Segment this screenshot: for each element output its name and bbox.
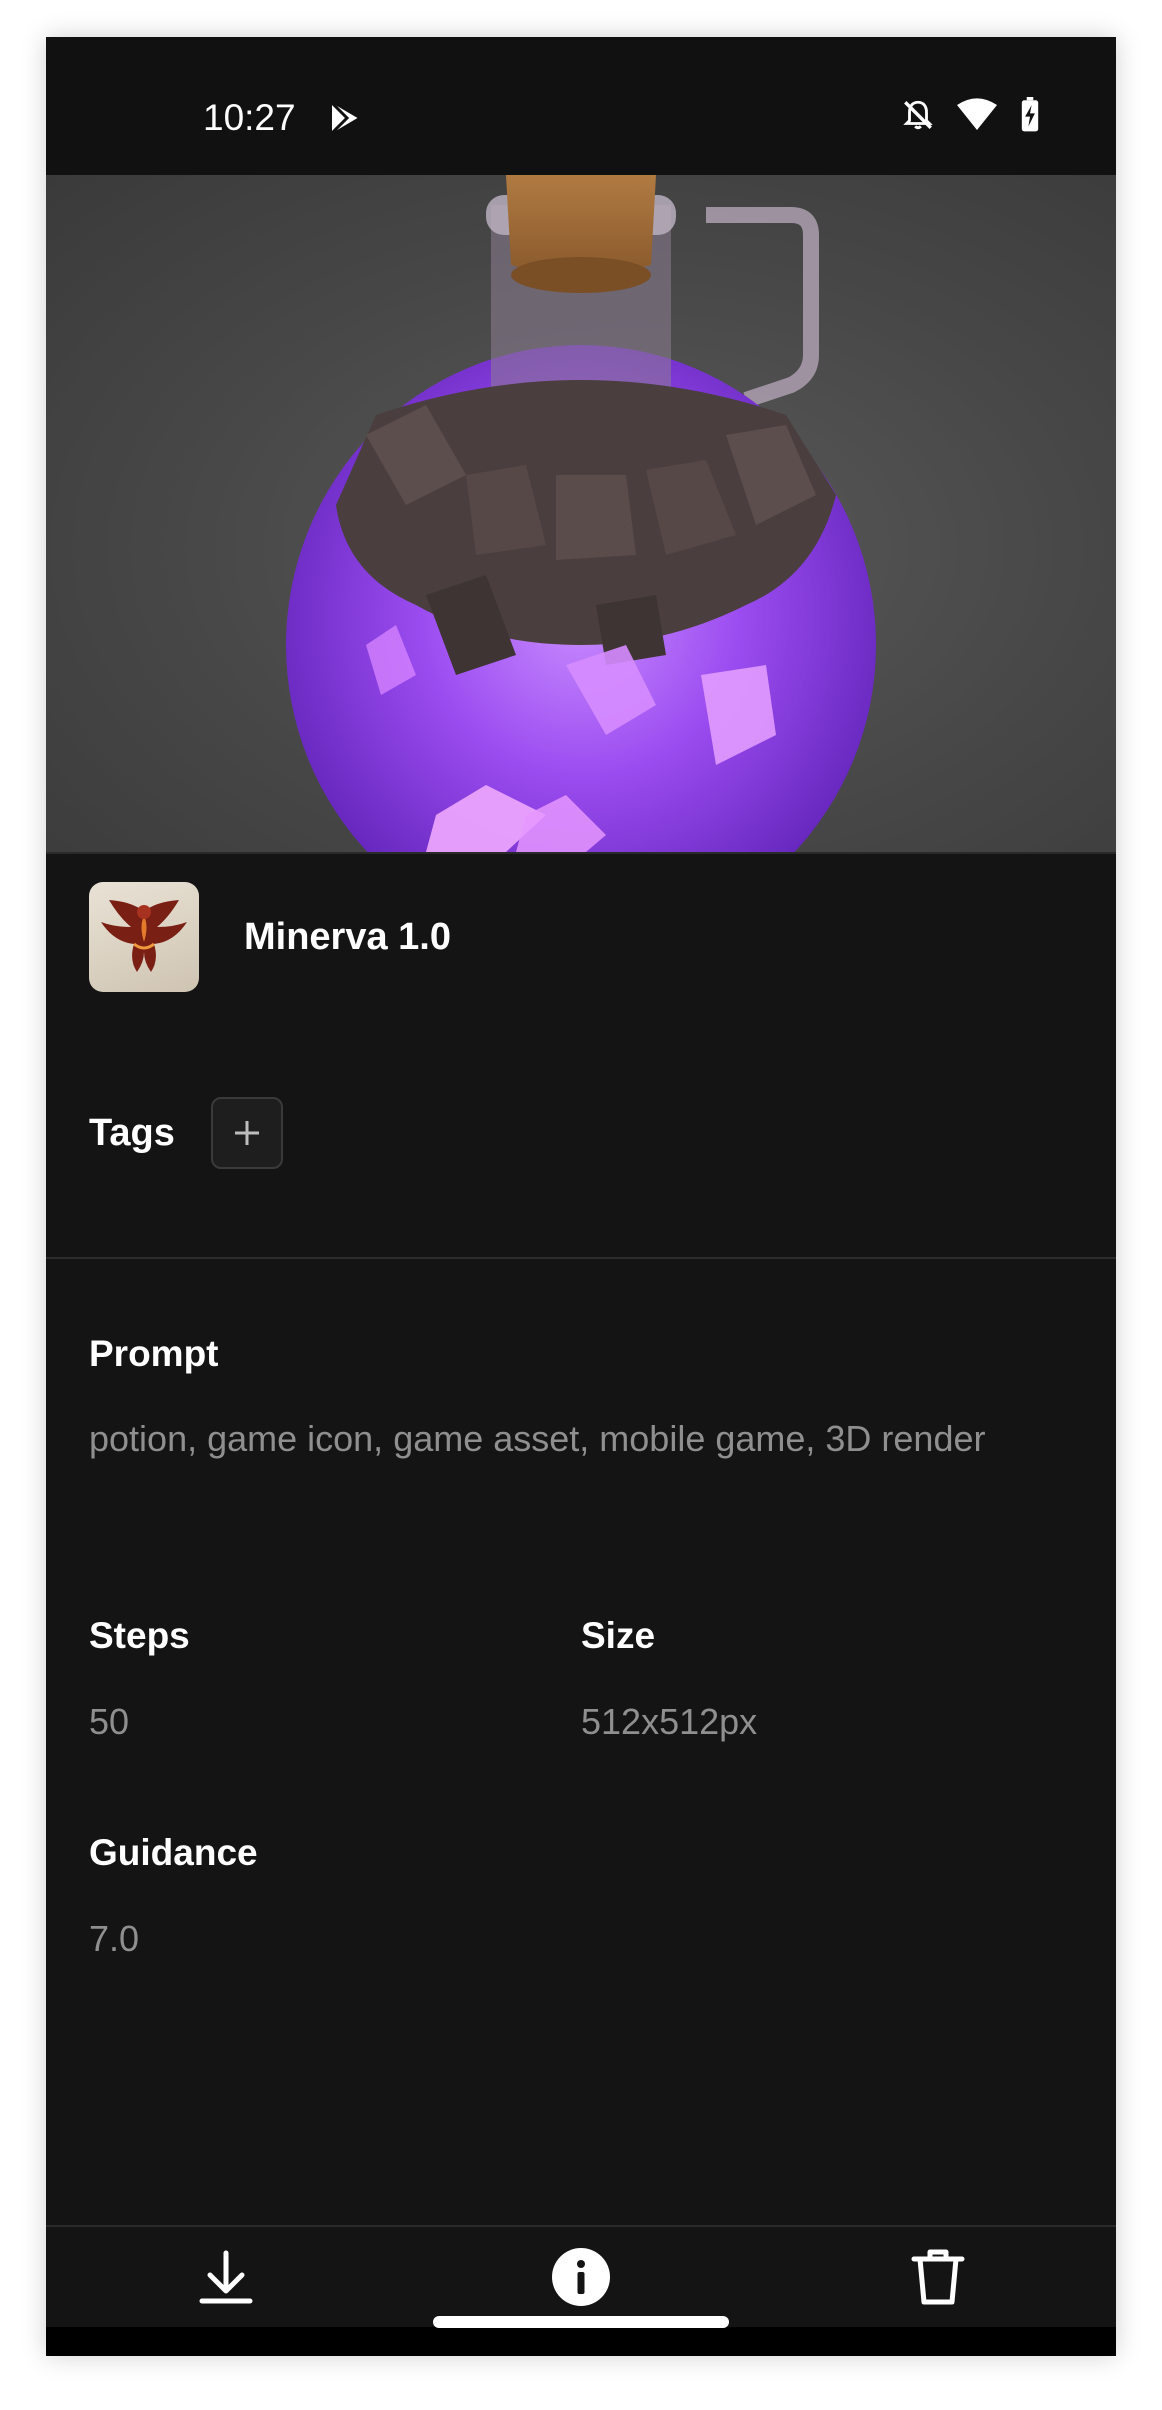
home-indicator[interactable] [433,2316,729,2328]
guidance-label: Guidance [89,1832,258,1873]
download-icon [199,2250,253,2304]
plus-icon [234,1121,259,1145]
wifi-icon [957,98,997,130]
status-time: 10:27 [203,97,296,138]
phone-screen: 10:27 Minerva 1.0 Tags Prompt potion, ga… [46,37,1116,2356]
size-label: Size [581,1615,656,1656]
tags-label: Tags [89,1111,175,1154]
status-icons [901,97,1041,133]
prompt-label: Prompt [89,1333,219,1374]
model-row[interactable]: Minerva 1.0 [89,882,451,992]
steps-label: Steps [89,1615,190,1656]
trash-icon [911,2249,965,2305]
generated-image[interactable] [46,175,1116,852]
section-divider [46,1257,1116,1259]
status-bar: 10:27 [46,37,1116,175]
steps-value: 50 [89,1701,130,1742]
hero-divider [46,852,1116,854]
potion-image [286,175,876,852]
model-name: Minerva 1.0 [244,915,451,958]
model-logo-icon [89,882,199,992]
play-store-icon [330,101,358,135]
bell-off-icon [903,100,933,130]
battery-charging-icon [1021,97,1039,132]
info-icon [552,2248,610,2306]
size-value: 512x512px [581,1701,758,1742]
download-button[interactable] [196,2247,256,2307]
tags-row: Tags [89,1095,283,1171]
guidance-value: 7.0 [89,1918,140,1959]
bottom-action-bar [46,2227,1116,2327]
delete-button[interactable] [908,2247,968,2307]
prompt-value: potion, game icon, game asset, mobile ga… [89,1418,986,1459]
phoenix-icon [101,900,187,972]
info-button[interactable] [551,2247,611,2307]
add-tag-button[interactable] [210,1097,283,1169]
system-nav-area [46,2327,1116,2356]
